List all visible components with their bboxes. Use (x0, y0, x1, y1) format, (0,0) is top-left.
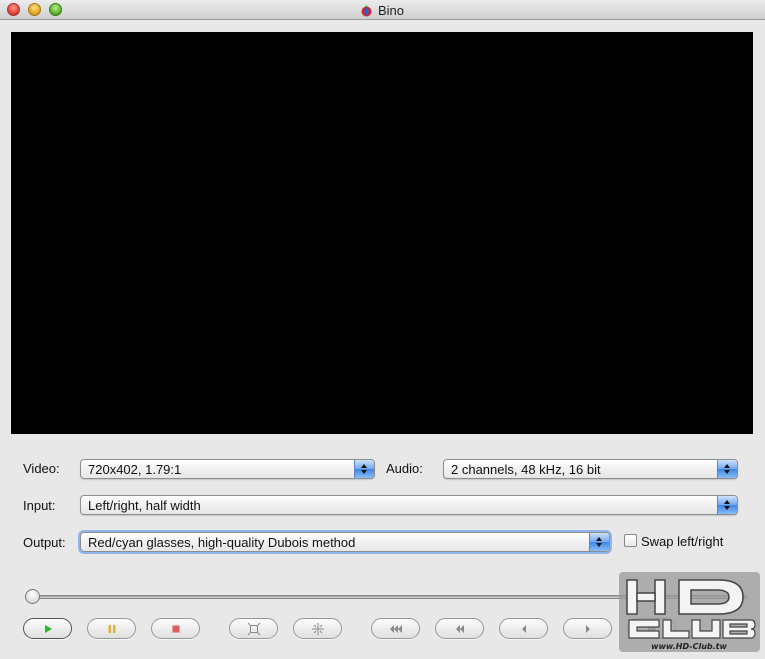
stop-button[interactable] (151, 618, 200, 639)
seek-back-small-button[interactable] (499, 618, 548, 639)
select-arrows-icon (354, 460, 374, 478)
hd-club-watermark-logo: www.HD-Club.tw (619, 572, 760, 652)
audio-stream-value: 2 channels, 48 kHz, 16 bit (451, 462, 601, 477)
main-window: Bino Video: 720x402, 1.79:1 Audio: 2 cha… (0, 0, 765, 659)
play-icon (44, 624, 52, 633)
select-arrows-icon (589, 533, 609, 551)
swap-left-right-checkbox[interactable] (624, 534, 637, 547)
pause-icon (108, 624, 115, 633)
fullscreen-icon (247, 622, 260, 635)
output-mode-select[interactable]: Red/cyan glasses, high-quality Dubois me… (80, 532, 610, 552)
video-stream-value: 720x402, 1.79:1 (88, 462, 182, 477)
video-stream-select[interactable]: 720x402, 1.79:1 (80, 459, 375, 479)
seek-back-large-icon (389, 624, 402, 633)
select-arrows-icon (717, 496, 737, 514)
center-button[interactable] (293, 618, 342, 639)
input-mode-select[interactable]: Left/right, half width (80, 495, 738, 515)
video-label: Video: (23, 461, 60, 476)
bino-app-icon (361, 4, 372, 16)
window-title-group: Bino (0, 0, 765, 20)
seek-slider-handle[interactable] (25, 589, 40, 604)
audio-label: Audio: (386, 461, 423, 476)
title-bar[interactable]: Bino (0, 0, 765, 20)
svg-text:www.HD-Club.tw: www.HD-Club.tw (651, 642, 727, 651)
input-mode-value: Left/right, half width (88, 498, 201, 513)
fullscreen-button[interactable] (229, 618, 278, 639)
stop-icon (172, 625, 179, 632)
audio-stream-select[interactable]: 2 channels, 48 kHz, 16 bit (443, 459, 738, 479)
input-label: Input: (23, 498, 56, 513)
swap-left-right-label[interactable]: Swap left/right (641, 534, 723, 549)
play-button[interactable] (23, 618, 72, 639)
seek-back-medium-icon (455, 624, 464, 633)
seek-back-medium-button[interactable] (435, 618, 484, 639)
select-arrows-icon (717, 460, 737, 478)
output-label: Output: (23, 535, 66, 550)
seek-back-large-button[interactable] (371, 618, 420, 639)
output-mode-value: Red/cyan glasses, high-quality Dubois me… (88, 535, 356, 550)
video-display[interactable] (11, 32, 753, 434)
center-icon (311, 622, 324, 635)
pause-button[interactable] (87, 618, 136, 639)
seek-forward-small-icon (585, 624, 590, 633)
seek-back-small-icon (521, 624, 526, 633)
window-title: Bino (377, 2, 405, 18)
seek-forward-small-button[interactable] (563, 618, 612, 639)
